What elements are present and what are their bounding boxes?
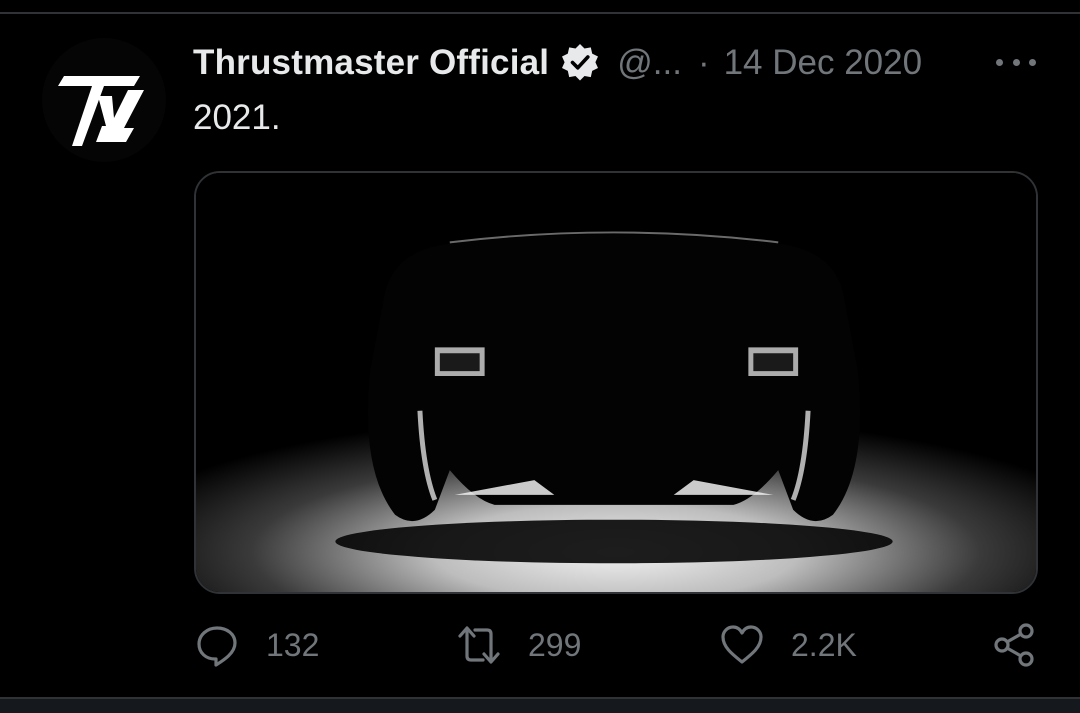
thrustmaster-logo-icon [42,38,166,162]
share-button[interactable] [992,615,1038,675]
header-separator: · [697,43,710,82]
reply-button[interactable]: 132 [194,615,319,675]
more-options-icon[interactable] [996,52,1036,72]
tweet-screen: Thrustmaster Official @... · 14 Dec 2020… [0,0,1080,713]
retweet-button[interactable]: 299 [456,615,581,675]
top-divider [0,0,1080,14]
verified-badge-icon [559,42,601,84]
tweet-header: Thrustmaster Official @... · 14 Dec 2020 [193,40,922,86]
bottom-divider [0,697,1080,713]
tweet-media-image[interactable] [194,171,1038,594]
author-display-name[interactable]: Thrustmaster Official [193,43,549,83]
like-button[interactable]: 2.2K [719,615,857,675]
reply-count: 132 [266,626,320,663]
retweet-icon [458,626,500,664]
tweet-text: 2021. [193,98,281,137]
share-icon [994,623,1034,667]
tweet-actions-bar: 132 299 2.2K [0,615,1080,675]
heart-icon [721,625,763,664]
retweet-count: 299 [528,626,582,663]
reply-icon [197,626,237,667]
steering-wheel-silhouette-image [196,173,1036,592]
author-handle[interactable]: @... [617,43,682,83]
tweet-date[interactable]: 14 Dec 2020 [724,43,922,83]
avatar[interactable] [42,38,166,162]
like-count: 2.2K [791,626,857,663]
